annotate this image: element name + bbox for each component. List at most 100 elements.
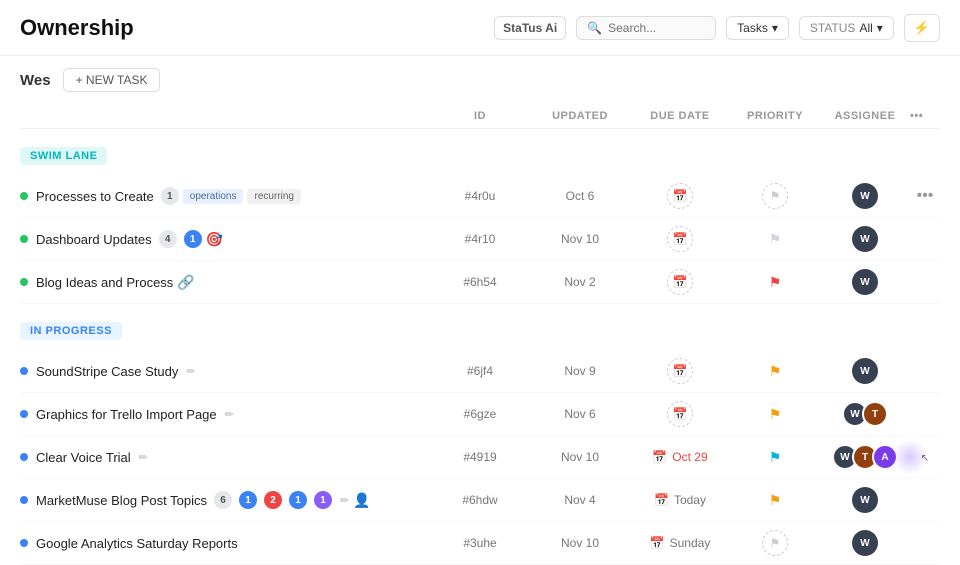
task-badge: 4	[159, 230, 177, 248]
task-priority: ⚑	[730, 406, 820, 423]
table-row[interactable]: Google Analytics Saturday Reports #3uhe …	[20, 522, 940, 565]
task-name: Graphics for Trello Import Page	[36, 407, 217, 422]
priority-flag-icon: ⚑	[769, 406, 782, 423]
task-name: Google Analytics Saturday Reports	[36, 536, 238, 551]
search-bar[interactable]: 🔍	[576, 16, 716, 40]
due-date-value: Sunday	[670, 536, 711, 550]
col-name	[20, 110, 430, 122]
task-name: Processes to Create	[36, 189, 154, 204]
table-header: ID UPDATED DUE DATE PRIORITY ASSIGNEE ••…	[20, 104, 940, 129]
avatar-group: W T	[842, 401, 888, 427]
task-badge: 1	[161, 187, 179, 205]
task-priority: ⚑	[730, 274, 820, 291]
header-controls: StaTus Ai 🔍 Tasks ▾ STATUS All ▾ ⚡	[494, 14, 940, 42]
task-priority: ⚑	[730, 183, 820, 209]
task-due-date: 📅 Oct 29	[630, 450, 730, 464]
table-row[interactable]: SoundStripe Case Study ✏ #6jf4 Nov 9 📅 ⚑…	[20, 350, 940, 393]
task-name-cell: Graphics for Trello Import Page ✏	[20, 407, 430, 422]
task-id: #6h54	[430, 275, 530, 289]
row-more-button[interactable]: •••	[910, 187, 940, 205]
task-updated: Nov 9	[530, 364, 630, 378]
task-due-date: 📅	[630, 226, 730, 252]
new-task-button[interactable]: + NEW TASK	[63, 68, 161, 92]
due-date-value: Today	[674, 493, 706, 507]
page-title: Ownership	[20, 15, 494, 41]
due-date-icon: 📅	[667, 226, 693, 252]
task-priority: ⚑	[730, 363, 820, 380]
priority-flag-icon: ⚑	[769, 492, 782, 509]
task-assignee: W T	[820, 401, 910, 427]
col-duedate: DUE DATE	[630, 110, 730, 122]
tag-recurring: recurring	[247, 189, 300, 204]
edit-icon: ✏	[340, 494, 349, 507]
task-name: Clear Voice Trial	[36, 450, 131, 465]
task-name-cell: SoundStripe Case Study ✏	[20, 364, 430, 379]
task-id: #3uhe	[430, 536, 530, 550]
tasks-label: Tasks	[737, 21, 768, 35]
table-row[interactable]: Dashboard Updates 4 1 🎯 #4r10 Nov 10 📅 ⚑…	[20, 218, 940, 261]
in-progress-section: IN PROGRESS SoundStripe Case Study ✏ #6j…	[20, 304, 940, 565]
cursor-indicator: ↖	[921, 453, 929, 464]
user-avatar-extra-icon: 👤	[353, 492, 370, 509]
task-assignee: W	[820, 530, 910, 556]
task-name-inner: Clear Voice Trial ✏	[36, 450, 148, 465]
status-dot	[20, 235, 28, 243]
task-due-date: 📅 Sunday	[630, 536, 730, 550]
table-row[interactable]: Blog Ideas and Process 🔗 #6h54 Nov 2 📅 ⚑…	[20, 261, 940, 304]
ai-badge: StaTus Ai	[494, 16, 566, 40]
status-label: STATUS	[810, 21, 856, 35]
task-assignee: W	[820, 269, 910, 295]
task-name-cell: Google Analytics Saturday Reports	[20, 536, 430, 551]
task-id: #4r0u	[430, 189, 530, 203]
status-dot	[20, 496, 28, 504]
task-name: SoundStripe Case Study	[36, 364, 178, 379]
col-priority: PRIORITY	[730, 110, 820, 122]
row-more-button[interactable]: ↖	[910, 448, 940, 466]
avatar: T	[862, 401, 888, 427]
due-date-value: Oct 29	[672, 450, 707, 464]
task-emoji: 🔗	[177, 274, 194, 291]
task-badge-4: 1	[314, 491, 332, 509]
filter-button[interactable]: ⚡	[904, 14, 940, 42]
search-input[interactable]	[608, 21, 688, 35]
status-value: All	[859, 21, 872, 35]
task-updated: Nov 4	[530, 493, 630, 507]
table-row[interactable]: Clear Voice Trial ✏ #4919 Nov 10 📅 Oct 2…	[20, 436, 940, 479]
edit-icon: ✏	[186, 365, 195, 378]
task-name: MarketMuse Blog Post Topics	[36, 493, 207, 508]
table-row[interactable]: Processes to Create 1 operations recurri…	[20, 175, 940, 218]
task-id: #4919	[430, 450, 530, 464]
col-more: •••	[910, 110, 940, 122]
user-row: Wes + NEW TASK	[20, 56, 940, 104]
priority-flag-icon: ⚑	[769, 449, 782, 466]
table-row[interactable]: Graphics for Trello Import Page ✏ #6gze …	[20, 393, 940, 436]
calendar-icon: 📅	[654, 493, 669, 507]
calendar-icon: 📅	[652, 450, 667, 464]
task-name-inner: Google Analytics Saturday Reports	[36, 536, 238, 551]
more-options-icon[interactable]: •••	[910, 110, 923, 122]
task-name: Dashboard Updates	[36, 232, 152, 247]
tasks-chevron-icon: ▾	[772, 21, 778, 35]
task-updated: Nov 6	[530, 407, 630, 421]
search-icon: 🔍	[587, 21, 602, 35]
task-name-inner: MarketMuse Blog Post Topics 6 1 2 1 1 ✏ …	[36, 491, 371, 509]
task-assignee: W	[820, 358, 910, 384]
due-date-icon: 📅	[667, 358, 693, 384]
avatar: W	[852, 183, 878, 209]
table-row[interactable]: MarketMuse Blog Post Topics 6 1 2 1 1 ✏ …	[20, 479, 940, 522]
due-date-icon: 📅	[667, 401, 693, 427]
avatar-group: W T A	[832, 444, 898, 470]
task-updated: Nov 10	[530, 450, 630, 464]
main-content: Wes + NEW TASK ID UPDATED DUE DATE PRIOR…	[0, 56, 960, 565]
col-updated: UPDATED	[530, 110, 630, 122]
task-name-inner: Processes to Create 1 operations recurri…	[36, 187, 301, 205]
task-due-date: 📅	[630, 183, 730, 209]
avatar: W	[852, 226, 878, 252]
avatar: W	[852, 487, 878, 513]
task-name-inner: SoundStripe Case Study ✏	[36, 364, 196, 379]
task-name-cell: Blog Ideas and Process 🔗	[20, 274, 430, 291]
status-dropdown[interactable]: STATUS All ▾	[799, 16, 894, 40]
status-dot	[20, 410, 28, 418]
avatar: A	[872, 444, 898, 470]
tasks-dropdown[interactable]: Tasks ▾	[726, 16, 789, 40]
